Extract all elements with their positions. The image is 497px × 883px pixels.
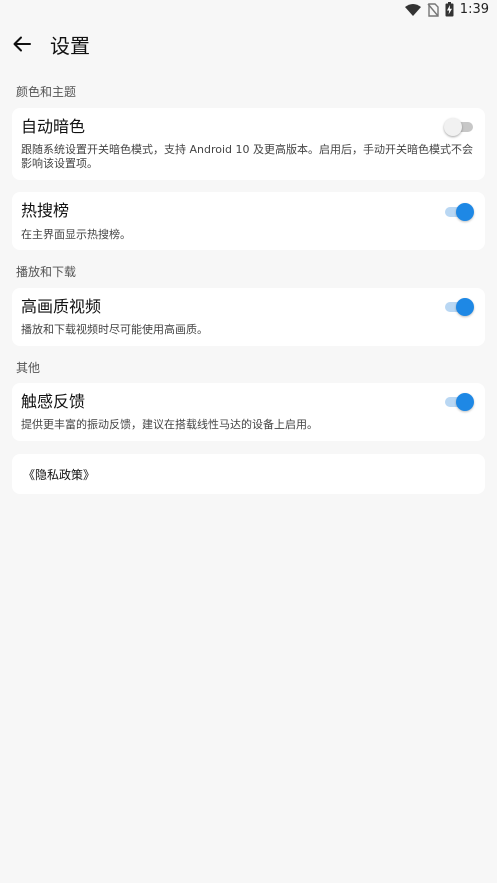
setting-description: 在主界面显示热搜榜。 (21, 228, 131, 241)
toggle-thumb (456, 393, 474, 411)
setting-title: 热搜榜 (21, 201, 70, 220)
auto-dark-toggle[interactable] (444, 117, 473, 137)
wifi-icon (404, 3, 421, 16)
privacy-policy-item[interactable]: 《隐私政策》 (12, 454, 485, 494)
battery-charging-icon (445, 2, 454, 17)
status-icons: 1:39 (404, 2, 489, 17)
back-button[interactable] (8, 32, 36, 60)
toggle-thumb (456, 203, 474, 221)
section-header-playback: 播放和下载 (16, 265, 77, 279)
setting-title: 自动暗色 (21, 117, 86, 136)
page-title: 设置 (50, 34, 90, 58)
toggle-thumb (444, 118, 462, 136)
setting-description: 提供更丰富的振动反馈，建议在搭载线性马达的设备上启用。 (21, 418, 318, 431)
status-time: 1:39 (459, 2, 489, 17)
toggle-thumb (456, 298, 474, 316)
privacy-policy-link[interactable]: 《隐私政策》 (23, 467, 95, 483)
section-header-other: 其他 (16, 361, 41, 375)
setting-haptic-feedback[interactable]: 触感反馈 提供更丰富的振动反馈，建议在搭载线性马达的设备上启用。 (12, 383, 485, 441)
setting-title: 触感反馈 (21, 392, 86, 411)
app-bar: 设置 (0, 22, 497, 70)
haptic-feedback-toggle[interactable] (445, 392, 474, 412)
setting-title: 高画质视频 (21, 297, 102, 316)
high-quality-video-toggle[interactable] (445, 297, 474, 317)
setting-auto-dark[interactable]: 自动暗色 跟随系统设置开关暗色模式，支持 Android 10 及更高版本。启用… (12, 108, 485, 180)
no-sim-icon (427, 2, 439, 17)
setting-description: 跟随系统设置开关暗色模式，支持 Android 10 及更高版本。启用后，手动开… (21, 143, 474, 170)
setting-hot-search[interactable]: 热搜榜 在主界面显示热搜榜。 (12, 192, 485, 250)
setting-high-quality-video[interactable]: 高画质视频 播放和下载视频时尽可能使用高画质。 (12, 288, 485, 346)
status-bar: 1:39 (0, 0, 497, 22)
hot-search-toggle[interactable] (445, 202, 474, 222)
setting-description: 播放和下载视频时尽可能使用高画质。 (21, 323, 208, 336)
section-header-theme: 颜色和主题 (16, 85, 77, 99)
arrow-left-icon (13, 36, 31, 56)
